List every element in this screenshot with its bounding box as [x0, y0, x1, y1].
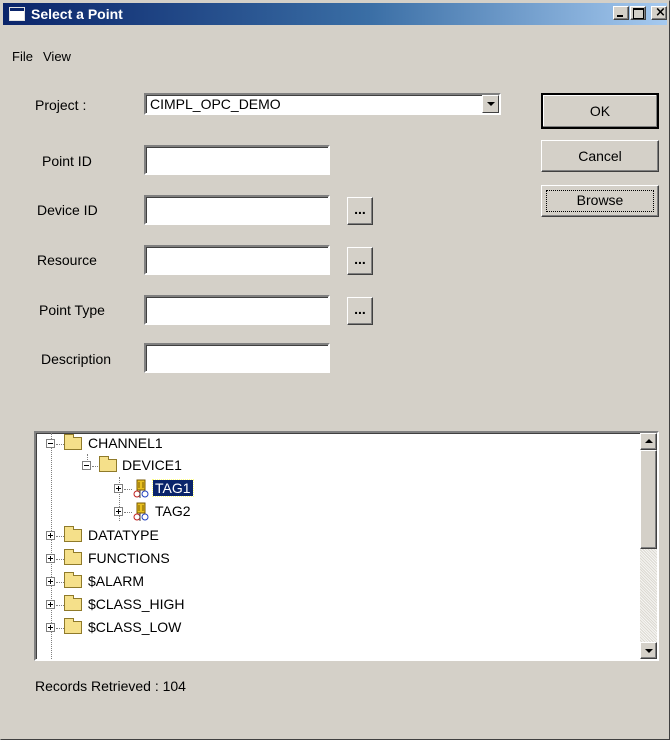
browse-label: Browse: [576, 192, 624, 208]
description-label: Description: [41, 351, 112, 367]
tree-item-label: $ALARM: [88, 573, 145, 589]
title-bar[interactable]: Select a Point ×: [3, 3, 667, 25]
collapse-icon[interactable]: [46, 439, 55, 448]
browse-button[interactable]: Browse: [541, 185, 659, 217]
select-point-dialog: Select a Point × File View Project : CIM…: [0, 0, 670, 740]
tree-item-tag1[interactable]: TAG1: [36, 478, 636, 500]
collapse-icon[interactable]: [82, 461, 91, 470]
menu-view[interactable]: View: [43, 49, 71, 64]
scroll-down-arrow-icon[interactable]: [640, 642, 657, 659]
folder-icon: [64, 526, 82, 542]
tree-item-class-low[interactable]: $CLASS_LOW: [36, 617, 636, 639]
tree-item-alarm[interactable]: $ALARM: [36, 571, 636, 593]
tree-item-channel1[interactable]: CHANNEL1: [36, 433, 636, 455]
description-input[interactable]: [144, 343, 330, 373]
tag-icon: [133, 479, 149, 498]
menu-file[interactable]: File: [12, 49, 33, 64]
point-id-label: Point ID: [42, 153, 92, 169]
device-id-browse-button[interactable]: ...: [347, 197, 373, 225]
point-id-input[interactable]: [144, 145, 330, 175]
menu-bar: File View: [3, 27, 667, 64]
tree-item-label: DATATYPE: [88, 527, 159, 543]
tree-scrollbar[interactable]: [640, 433, 657, 659]
folder-icon: [64, 549, 82, 565]
folder-icon: [64, 434, 82, 450]
tree-item-functions[interactable]: FUNCTIONS: [36, 548, 636, 570]
expand-icon[interactable]: [46, 531, 55, 540]
point-type-label: Point Type: [39, 302, 105, 318]
project-combobox[interactable]: CIMPL_OPC_DEMO: [144, 93, 501, 115]
expand-icon[interactable]: [114, 507, 123, 516]
tree-item-label: FUNCTIONS: [88, 550, 170, 566]
close-icon[interactable]: ×: [651, 5, 667, 20]
point-type-input[interactable]: [144, 295, 330, 325]
point-type-browse-button[interactable]: ...: [347, 297, 373, 325]
resource-label: Resource: [37, 252, 97, 268]
project-value: CIMPL_OPC_DEMO: [150, 96, 281, 112]
tree-item-label: TAG2: [155, 503, 191, 519]
tree-item-device1[interactable]: DEVICE1: [36, 455, 636, 477]
device-id-input[interactable]: [144, 195, 330, 225]
close-glyph: ×: [655, 5, 666, 20]
expand-icon[interactable]: [46, 623, 55, 632]
tree-item-label: DEVICE1: [122, 457, 182, 473]
cancel-button[interactable]: Cancel: [541, 140, 659, 172]
device-id-label: Device ID: [37, 202, 98, 218]
point-tree[interactable]: CHANNEL1 DEVICE1 TAG1 TAG2 DATATYPE FUNC…: [34, 431, 659, 661]
window-icon: [9, 7, 25, 21]
tree-item-label: TAG1: [152, 479, 194, 497]
window-title: Select a Point: [31, 6, 123, 22]
project-label: Project :: [35, 97, 87, 113]
folder-icon: [64, 595, 82, 611]
ok-button[interactable]: OK: [541, 93, 659, 129]
resource-browse-button[interactable]: ...: [347, 247, 373, 275]
tree-item-label: $CLASS_LOW: [88, 619, 182, 635]
folder-icon: [64, 618, 82, 634]
tree-item-class-high[interactable]: $CLASS_HIGH: [36, 594, 636, 616]
scroll-thumb[interactable]: [640, 450, 657, 549]
tree-item-label: $CLASS_HIGH: [88, 596, 185, 612]
folder-icon: [99, 456, 117, 472]
tree-item-label: CHANNEL1: [88, 435, 163, 451]
tree-item-datatype[interactable]: DATATYPE: [36, 525, 636, 547]
expand-icon[interactable]: [114, 484, 123, 493]
resource-input[interactable]: [144, 245, 330, 275]
tree-item-tag2[interactable]: TAG2: [36, 501, 636, 523]
scroll-up-arrow-icon[interactable]: [640, 433, 657, 450]
records-retrieved-status: Records Retrieved : 104: [35, 678, 186, 694]
maximize-icon[interactable]: [630, 6, 646, 20]
expand-icon[interactable]: [46, 600, 55, 609]
minimize-icon[interactable]: [613, 6, 629, 20]
tag-icon: [133, 502, 149, 521]
expand-icon[interactable]: [46, 554, 55, 563]
dropdown-arrow-icon[interactable]: [482, 95, 499, 113]
folder-icon: [64, 572, 82, 588]
expand-icon[interactable]: [46, 577, 55, 586]
